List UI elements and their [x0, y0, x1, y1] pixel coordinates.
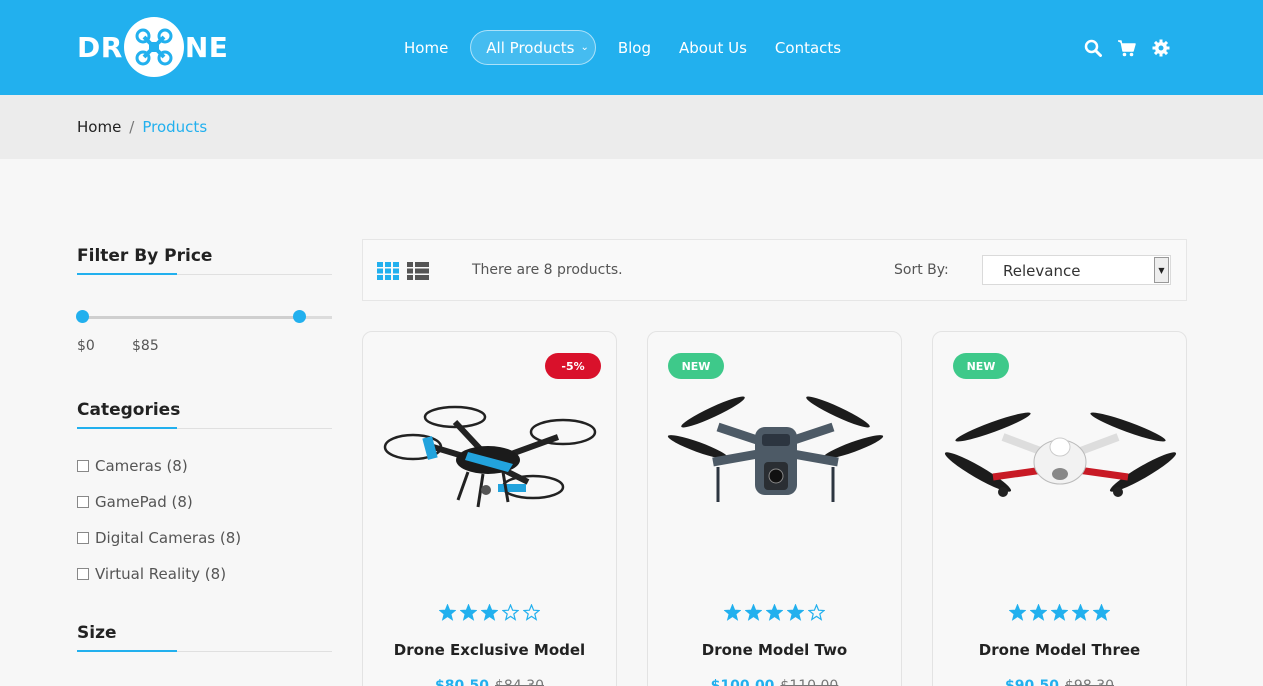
rating-stars	[933, 603, 1186, 621]
grid-view-icon[interactable]	[377, 262, 399, 280]
size-divider	[77, 650, 332, 652]
star-filled-icon	[1008, 603, 1027, 621]
header-actions	[1083, 38, 1171, 58]
breadcrumb: Home / Products	[77, 118, 207, 136]
sort-selected-value: Relevance	[1003, 262, 1081, 280]
price-min-label: $0	[77, 338, 95, 354]
divider-accent	[77, 273, 177, 275]
star-filled-icon	[1071, 603, 1090, 621]
new-badge: NEW	[668, 353, 724, 379]
star-filled-icon	[480, 603, 499, 621]
cart-icon[interactable]	[1117, 38, 1137, 58]
star-empty-icon	[522, 603, 541, 621]
checkbox[interactable]	[77, 496, 89, 508]
nav-home-label: Home	[404, 38, 449, 57]
product-prices: $100.00 $110.00	[648, 678, 901, 686]
breadcrumb-current: Products	[142, 118, 208, 136]
logo-text-right: NE	[184, 30, 229, 64]
nav-blog-label: Blog	[617, 38, 651, 57]
dropdown-arrow-icon[interactable]: ▼	[1154, 257, 1169, 283]
product-name[interactable]: Drone Model Two	[648, 641, 901, 659]
nav-about-us-label: About Us	[679, 38, 747, 57]
checkbox[interactable]	[77, 460, 89, 472]
category-label: Cameras (8)	[95, 457, 188, 475]
list-view-icon[interactable]	[407, 262, 429, 280]
category-checkbox-digital-cameras[interactable]: Digital Cameras (8)	[77, 529, 241, 547]
category-checkbox-virtual-reality[interactable]: Virtual Reality (8)	[77, 565, 226, 583]
search-icon[interactable]	[1083, 38, 1103, 58]
drone-image	[383, 405, 597, 508]
star-filled-icon	[1029, 603, 1048, 621]
nav-contacts[interactable]: Contacts	[761, 30, 855, 65]
discount-badge: -5%	[545, 353, 601, 379]
main-nav: Home All Products ⌄ Blog About Us Contact…	[390, 30, 855, 65]
product-price: $80.50	[434, 678, 490, 686]
divider-accent	[77, 650, 177, 652]
breadcrumb-home[interactable]: Home	[77, 118, 121, 136]
logo-text-left: DR	[77, 30, 123, 64]
brand-logo[interactable]: DR NE	[77, 17, 228, 77]
chevron-down-icon: ⌄	[580, 42, 589, 53]
price-filter-divider	[77, 273, 332, 275]
star-filled-icon	[786, 603, 805, 621]
star-filled-icon	[765, 603, 784, 621]
product-prices: $80.50 $84.30	[363, 678, 616, 686]
nav-about-us[interactable]: About Us	[665, 30, 761, 65]
sort-select[interactable]: Relevance ▼	[982, 255, 1171, 285]
star-empty-icon	[501, 603, 520, 621]
product-card[interactable]: -5% Drone Exclusive Model $80.50 $84.30	[362, 331, 617, 686]
breadcrumb-separator: /	[129, 118, 135, 136]
drone-image	[944, 412, 1177, 497]
product-card[interactable]: NEW Drone Model Three $90.50 $98.30	[932, 331, 1187, 686]
nav-all-products[interactable]: All Products ⌄	[470, 30, 596, 65]
category-label: Digital Cameras (8)	[95, 529, 242, 547]
drone-image	[667, 396, 884, 502]
product-price: $90.50	[1004, 678, 1060, 686]
size-title: Size	[77, 623, 117, 643]
drone-logo-icon	[123, 17, 184, 77]
star-empty-icon	[807, 603, 826, 621]
rating-stars	[363, 603, 616, 621]
product-prices: $90.50 $98.30	[933, 678, 1186, 686]
star-filled-icon	[459, 603, 478, 621]
site-header: DR NE Home All Products ⌄ Blog About Us C…	[0, 0, 1263, 95]
categories-title: Categories	[77, 400, 181, 420]
star-filled-icon	[744, 603, 763, 621]
categories-divider	[77, 427, 332, 429]
divider-accent	[77, 427, 177, 429]
product-name[interactable]: Drone Model Three	[933, 641, 1186, 659]
product-count-text: There are 8 products.	[472, 262, 623, 278]
rating-stars	[648, 603, 901, 621]
product-name[interactable]: Drone Exclusive Model	[363, 641, 616, 659]
star-filled-icon	[723, 603, 742, 621]
category-label: GamePad (8)	[95, 493, 193, 511]
star-filled-icon	[1092, 603, 1111, 621]
product-card[interactable]: NEW Drone Model Two $100.00 $110.00	[647, 331, 902, 686]
checkbox[interactable]	[77, 568, 89, 580]
category-checkbox-gamepad[interactable]: GamePad (8)	[77, 493, 193, 511]
price-max-label: $85	[132, 338, 159, 354]
category-label: Virtual Reality (8)	[95, 565, 227, 583]
breadcrumb-bar: Home / Products	[0, 95, 1263, 159]
nav-blog[interactable]: Blog	[604, 30, 665, 65]
gear-icon[interactable]	[1151, 38, 1171, 58]
product-old-price: $98.30	[1065, 678, 1115, 686]
product-toolbar: There are 8 products. Sort By: Relevance…	[362, 239, 1187, 301]
product-old-price: $84.30	[495, 678, 545, 686]
nav-contacts-label: Contacts	[774, 38, 842, 57]
new-badge: NEW	[953, 353, 1009, 379]
price-slider-max-handle[interactable]	[293, 310, 306, 323]
star-filled-icon	[438, 603, 457, 621]
product-price: $100.00	[710, 678, 775, 686]
category-checkbox-cameras[interactable]: Cameras (8)	[77, 457, 188, 475]
nav-all-products-label: All Products	[486, 38, 575, 57]
price-filter-title: Filter By Price	[77, 246, 213, 266]
price-slider-range	[82, 316, 300, 319]
checkbox[interactable]	[77, 532, 89, 544]
nav-home[interactable]: Home	[390, 30, 462, 65]
price-slider-min-handle[interactable]	[75, 310, 89, 323]
star-filled-icon	[1050, 603, 1069, 621]
sort-label: Sort By:	[894, 262, 949, 278]
product-old-price: $110.00	[780, 678, 839, 686]
